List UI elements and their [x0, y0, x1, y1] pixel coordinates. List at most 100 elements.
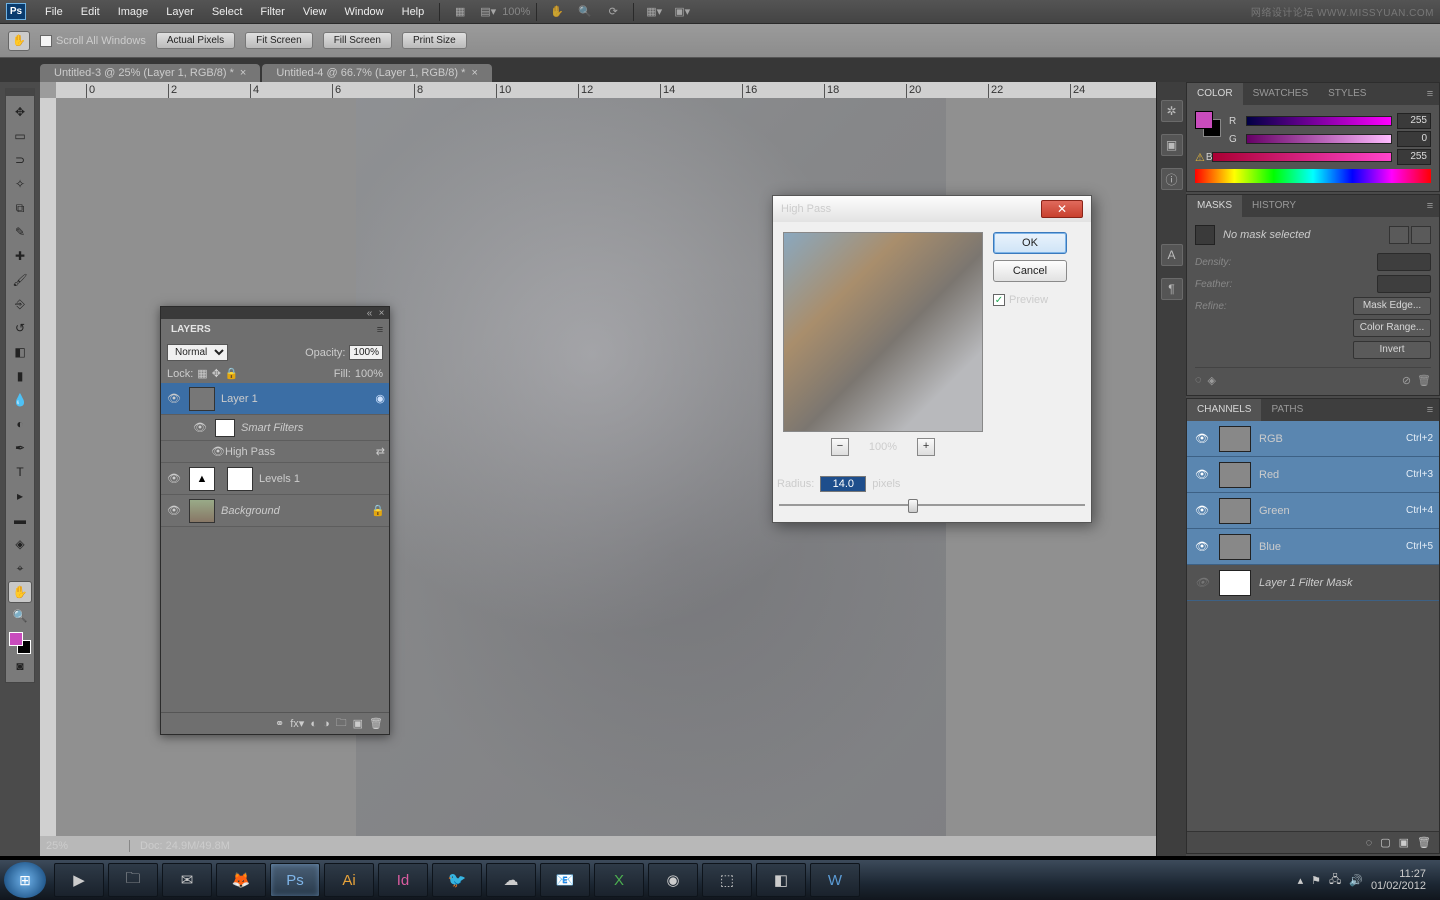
taskbar-excel[interactable]: X — [594, 863, 644, 897]
taskbar-app3[interactable]: ⬚ — [702, 863, 752, 897]
tray-volume-icon[interactable]: 🔊 — [1349, 874, 1363, 887]
tray-up-icon[interactable]: ▴ — [1298, 874, 1304, 887]
blur-tool[interactable]: 💧 — [8, 389, 32, 411]
lock-pixels-icon[interactable]: ▦ — [197, 367, 207, 380]
layer-layer1[interactable]: 👁Layer 1◉ — [161, 383, 389, 415]
quick-mask-icon[interactable]: ◙ — [8, 655, 32, 677]
visibility-icon[interactable]: 👁 — [165, 472, 183, 485]
mask-icon[interactable]: ◐ — [310, 718, 317, 730]
radius-input[interactable] — [820, 476, 866, 492]
visibility-icon[interactable]: 👁 — [1193, 468, 1211, 481]
opacity-field[interactable]: 100% — [349, 345, 383, 360]
feather-field[interactable] — [1377, 275, 1431, 293]
taskbar-indesign[interactable]: Id — [378, 863, 428, 897]
close-button[interactable]: ✕ — [1041, 200, 1083, 218]
tab-color[interactable]: COLOR — [1187, 83, 1243, 105]
tray-flag-icon[interactable]: ⚑ — [1311, 874, 1321, 887]
screen-mode-icon[interactable]: ▣▾ — [671, 3, 693, 21]
tray-network-icon[interactable]: 🖧 — [1329, 871, 1341, 890]
disable-mask-icon[interactable]: ⊘ — [1402, 374, 1411, 387]
rotate-icon[interactable]: ⟳ — [602, 3, 624, 21]
channel-green[interactable]: 👁GreenCtrl+4 — [1187, 493, 1439, 529]
layer-highpass[interactable]: 👁High Pass⇄ — [161, 441, 389, 463]
menu-layer[interactable]: Layer — [157, 1, 203, 23]
menu-file[interactable]: File — [36, 1, 72, 23]
bridge-icon[interactable]: ▦ — [449, 3, 471, 21]
tab-styles[interactable]: STYLES — [1318, 83, 1376, 105]
load-selection-icon[interactable]: ◌ — [1195, 374, 1202, 387]
fit-screen-button[interactable]: Fit Screen — [245, 32, 313, 49]
heal-tool[interactable]: ✚ — [8, 245, 32, 267]
taskbar-chrome[interactable]: ◉ — [648, 863, 698, 897]
3d-camera-tool[interactable]: ⌖ — [8, 557, 32, 579]
taskbar-word[interactable]: W — [810, 863, 860, 897]
adjustment-icon[interactable]: ◑ — [323, 718, 330, 730]
apply-mask-icon[interactable]: ◈ — [1208, 374, 1216, 387]
start-button[interactable]: ⊞ — [4, 862, 46, 898]
stamp-tool[interactable]: ⎆ — [8, 293, 32, 315]
arrange-icon[interactable]: ▦▾ — [643, 3, 665, 21]
radius-slider[interactable] — [779, 496, 1085, 514]
delete-mask-icon[interactable]: 🗑 — [1417, 374, 1431, 387]
close-icon[interactable]: × — [240, 67, 246, 79]
ok-button[interactable]: OK — [993, 232, 1067, 254]
filter-preview[interactable] — [783, 232, 983, 432]
fill-screen-button[interactable]: Fill Screen — [323, 32, 392, 49]
new-layer-icon[interactable]: ▣ — [353, 717, 363, 730]
tab-swatches[interactable]: SWATCHES — [1243, 83, 1319, 105]
color-swatches[interactable] — [9, 632, 31, 654]
channel-red[interactable]: 👁RedCtrl+3 — [1187, 457, 1439, 493]
actual-pixels-button[interactable]: Actual Pixels — [156, 32, 235, 49]
hand-icon[interactable]: ✋ — [546, 3, 568, 21]
layer-background[interactable]: 👁Background🔒 — [161, 495, 389, 527]
histogram-icon[interactable]: ▣ — [1161, 134, 1183, 156]
dodge-tool[interactable]: ◐ — [8, 413, 32, 435]
menu-view[interactable]: View — [294, 1, 336, 23]
filter-blend-icon[interactable]: ⇄ — [376, 445, 385, 458]
gradient-tool[interactable]: ▮ — [8, 365, 32, 387]
load-channel-icon[interactable]: ◌ — [1366, 837, 1373, 849]
eraser-tool[interactable]: ◧ — [8, 341, 32, 363]
menu-filter[interactable]: Filter — [251, 1, 293, 23]
visibility-icon[interactable]: 👁 — [1193, 540, 1211, 553]
brush-tool[interactable]: 🖌 — [8, 269, 32, 291]
menu-image[interactable]: Image — [109, 1, 158, 23]
zoom-out-button[interactable]: − — [831, 438, 849, 456]
menu-edit[interactable]: Edit — [72, 1, 109, 23]
path-select-tool[interactable]: ▸ — [8, 485, 32, 507]
taskbar-mediaplayer[interactable]: ▶ — [54, 863, 104, 897]
zoom-tool[interactable]: 🔍 — [8, 605, 32, 627]
delete-channel-icon[interactable]: 🗑 — [1417, 836, 1431, 849]
panel-menu-icon[interactable]: ≡ — [1421, 404, 1439, 416]
density-field[interactable] — [1377, 253, 1431, 271]
visibility-icon[interactable]: 👁 — [165, 392, 183, 405]
taskbar-app1[interactable]: 🐦 — [432, 863, 482, 897]
lasso-tool[interactable]: ⊃ — [8, 149, 32, 171]
panel-menu-icon[interactable]: ≡ — [371, 324, 389, 336]
info-icon[interactable]: ⓘ — [1161, 168, 1183, 190]
layers-panel[interactable]: «× LAYERS≡ Normal Opacity: 100% Lock: ▦ … — [160, 306, 390, 735]
new-channel-icon[interactable]: ▣ — [1399, 836, 1409, 849]
print-size-button[interactable]: Print Size — [402, 32, 467, 49]
pixel-mask-button[interactable] — [1389, 226, 1409, 244]
channel-blue[interactable]: 👁BlueCtrl+5 — [1187, 529, 1439, 565]
eyedropper-tool[interactable]: ✎ — [8, 221, 32, 243]
layer-levels[interactable]: 👁▲Levels 1 — [161, 463, 389, 495]
preview-checkbox[interactable]: ✓ — [993, 294, 1005, 306]
link-icon[interactable]: ⚭ — [275, 717, 284, 730]
layer-smartfilters[interactable]: 👁Smart Filters — [161, 415, 389, 441]
move-tool[interactable]: ✥ — [8, 101, 32, 123]
menu-window[interactable]: Window — [336, 1, 393, 23]
visibility-icon[interactable]: 👁 — [211, 445, 225, 458]
tab-channels[interactable]: CHANNELS — [1187, 399, 1261, 421]
tab-untitled3[interactable]: Untitled-3 @ 25% (Layer 1, RGB/8) *× — [40, 64, 260, 82]
spectrum-bar[interactable] — [1195, 169, 1431, 183]
tab-paths[interactable]: PATHS — [1261, 399, 1313, 421]
invert-button[interactable]: Invert — [1353, 341, 1431, 359]
minibridge-icon[interactable]: ▤▾ — [477, 3, 499, 21]
vector-mask-button[interactable] — [1411, 226, 1431, 244]
type-tool[interactable]: T — [8, 461, 32, 483]
close-icon[interactable]: × — [471, 67, 477, 79]
channel-filtermask[interactable]: 👁Layer 1 Filter Mask — [1187, 565, 1439, 601]
doc-info[interactable]: Doc: 24.9M/49.8M — [130, 840, 240, 852]
